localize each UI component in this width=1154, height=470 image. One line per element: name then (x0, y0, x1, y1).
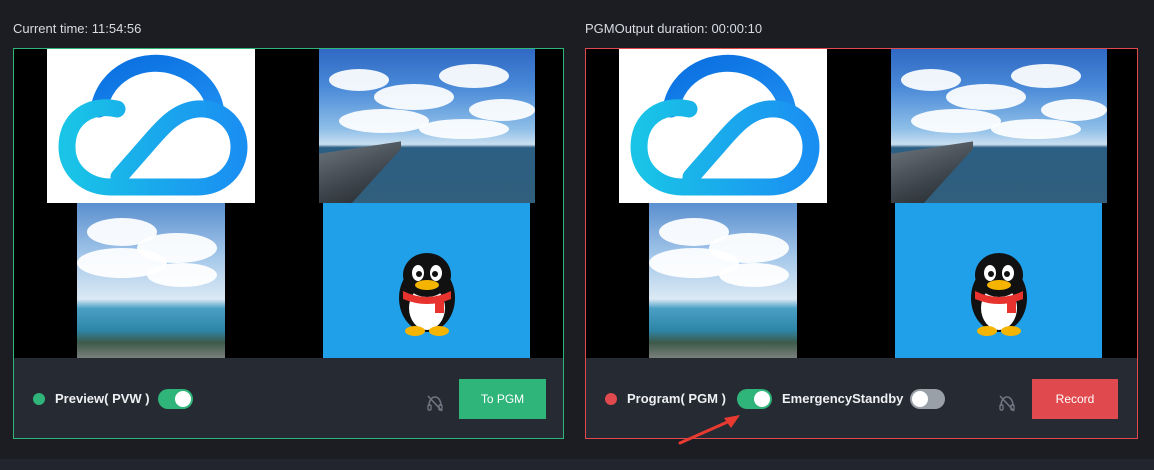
emergency-standby-toggle[interactable] (910, 389, 945, 409)
sky-pier-tile (891, 49, 1107, 203)
pvw-label: Preview( PVW ) (55, 391, 150, 406)
pvw-toggle[interactable] (158, 389, 193, 409)
beach-tile (77, 203, 225, 358)
pgm-duration-label: PGMOutput duration: 00:00:10 (585, 21, 763, 36)
pgm-status-dot (605, 393, 617, 405)
logo-tile (619, 49, 827, 203)
sky-pier-tile (319, 49, 535, 203)
qq-tile (323, 203, 530, 358)
penguin-icon (971, 253, 1027, 336)
red-arrow-annotation (678, 415, 740, 445)
logo-tile (47, 49, 255, 203)
bottom-strip (0, 459, 1154, 470)
preview-stage (14, 49, 563, 358)
preview-panel: Preview( PVW ) To PGM (13, 48, 564, 439)
penguin-icon (399, 253, 455, 336)
to-pgm-button[interactable]: To PGM (459, 379, 546, 419)
record-button[interactable]: Record (1032, 379, 1118, 419)
pvw-status-dot (33, 393, 45, 405)
mute-audio-icon[interactable] (997, 393, 1017, 413)
program-panel: Program( PGM ) EmergencyStandby Record (585, 48, 1138, 439)
program-controls: Program( PGM ) EmergencyStandby Record (586, 358, 1137, 438)
pgm-label: Program( PGM ) (627, 391, 726, 406)
pgm-toggle[interactable] (737, 389, 772, 409)
qq-tile (895, 203, 1102, 358)
cloud-logo-icon (630, 54, 820, 196)
program-stage (586, 49, 1137, 358)
mute-audio-icon[interactable] (425, 393, 445, 413)
preview-controls: Preview( PVW ) To PGM (14, 358, 563, 438)
cloud-logo-icon (58, 54, 248, 196)
beach-tile (649, 203, 797, 358)
emergency-standby-label: EmergencyStandby (782, 391, 904, 406)
current-time-label: Current time: 11:54:56 (13, 21, 142, 36)
